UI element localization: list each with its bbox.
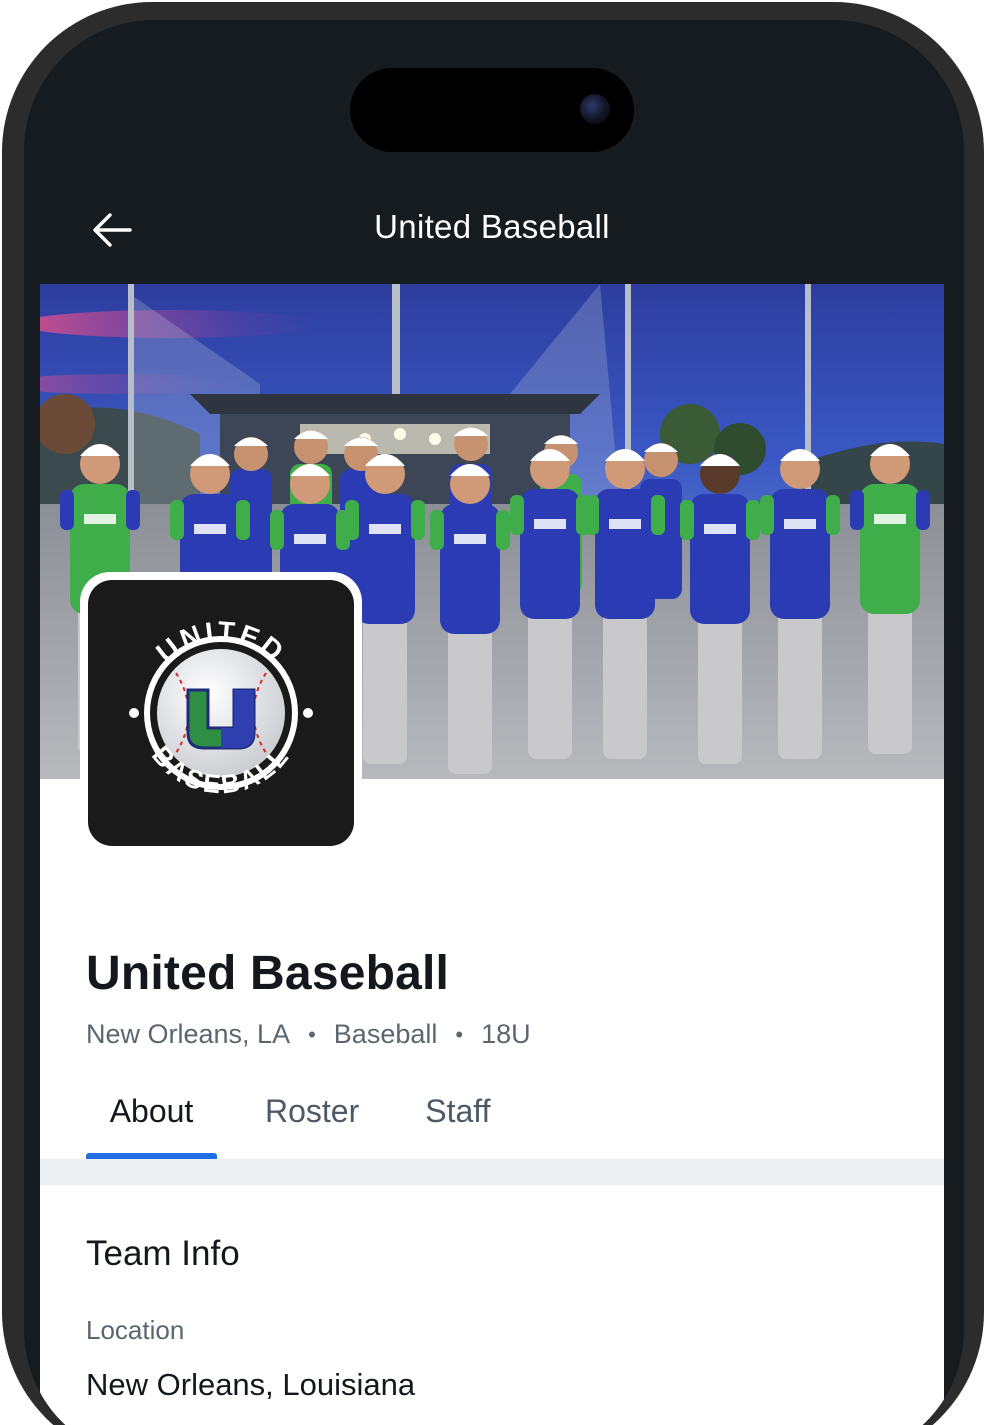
team-logo-badge: UNITED BASEBALL	[88, 580, 354, 846]
tab-roster[interactable]: Roster	[247, 1089, 377, 1159]
tab-about[interactable]: About	[86, 1089, 217, 1159]
header-title: United Baseball	[374, 208, 610, 245]
team-name: United Baseball	[86, 947, 450, 1000]
location-value: New Orleans, Louisiana	[86, 1367, 416, 1402]
tab-staff[interactable]: Staff	[407, 1089, 508, 1159]
phone-frame: United Baseball United Baseball New Orle…	[2, 2, 984, 1425]
meta-separator: •	[455, 1021, 464, 1047]
team-age-group: 18U	[481, 1019, 531, 1049]
team-info-title: Team Info	[86, 1234, 240, 1273]
team-profile-content: United Baseball New Orleans, LA • Baseba…	[40, 779, 944, 1425]
dynamic-island	[350, 68, 634, 152]
section-divider	[40, 1159, 944, 1185]
team-location: New Orleans, LA	[86, 1019, 291, 1049]
team-logo: UNITED BASEBALL	[80, 572, 362, 854]
app-screen: United Baseball United Baseball New Orle…	[40, 46, 944, 1425]
meta-separator: •	[308, 1021, 316, 1047]
phone-bezel: United Baseball United Baseball New Orle…	[24, 20, 964, 1425]
location-label: Location	[86, 1315, 185, 1345]
profile-tabs: About Roster Staff	[86, 1089, 508, 1159]
team-meta: New Orleans, LA • Baseball • 18U	[86, 1019, 531, 1050]
camera-icon	[580, 94, 610, 124]
team-sport: Baseball	[333, 1019, 438, 1049]
app-header: United Baseball	[40, 166, 944, 286]
